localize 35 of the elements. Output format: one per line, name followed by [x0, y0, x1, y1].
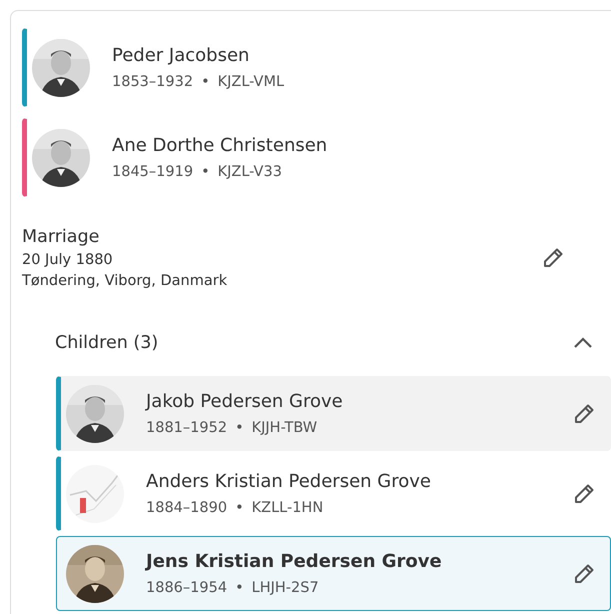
person-id: KZLL-1HN [252, 500, 324, 516]
person-name: Anders Kristian Pedersen Grove [146, 471, 432, 492]
pencil-icon [572, 562, 596, 586]
person-name: Jakob Pedersen Grove [146, 391, 344, 412]
separator: • [201, 74, 210, 90]
edit-button[interactable] [572, 482, 596, 506]
pencil-icon [572, 482, 596, 506]
separator: • [235, 580, 244, 596]
child-row[interactable]: Jens Kristian Pedersen Grove 1886–1954 • LHJH-2S7 [56, 536, 611, 611]
marriage-place: Tøndering, Viborg, Danmark [22, 272, 228, 288]
child-row[interactable]: Jakob Pedersen Grove 1881–1952 • KJJH-TBW [56, 376, 611, 451]
chevron-icon [573, 337, 593, 349]
lifespan: 1884–1890 [146, 500, 228, 516]
person-id: LHJH-2S7 [252, 580, 319, 596]
edit-button[interactable] [572, 562, 596, 586]
person-name: Peder Jacobsen [112, 45, 250, 66]
children-toggle[interactable]: Children (3) [22, 310, 611, 376]
edit-button[interactable] [541, 246, 565, 270]
person-id: KJZL-VML [218, 74, 284, 90]
person-id: KJJH-TBW [252, 420, 318, 436]
person-id: KJZL-V33 [218, 164, 282, 180]
lifespan: 1881–1952 [146, 420, 228, 436]
pencil-icon [541, 246, 565, 270]
lifespan: 1853–1932 [112, 74, 194, 90]
marriage-title: Marriage [22, 226, 100, 246]
edit-button[interactable] [572, 402, 596, 426]
marriage-date: 20 July 1880 [22, 252, 114, 268]
pencil-icon [572, 402, 596, 426]
person-name: Jens Kristian Pedersen Grove [146, 551, 443, 572]
person-name: Ane Dorthe Christensen [112, 135, 328, 156]
separator: • [235, 420, 244, 436]
separator: • [201, 164, 210, 180]
lifespan: 1845–1919 [112, 164, 194, 180]
lifespan: 1886–1954 [146, 580, 228, 596]
separator: • [235, 500, 244, 516]
